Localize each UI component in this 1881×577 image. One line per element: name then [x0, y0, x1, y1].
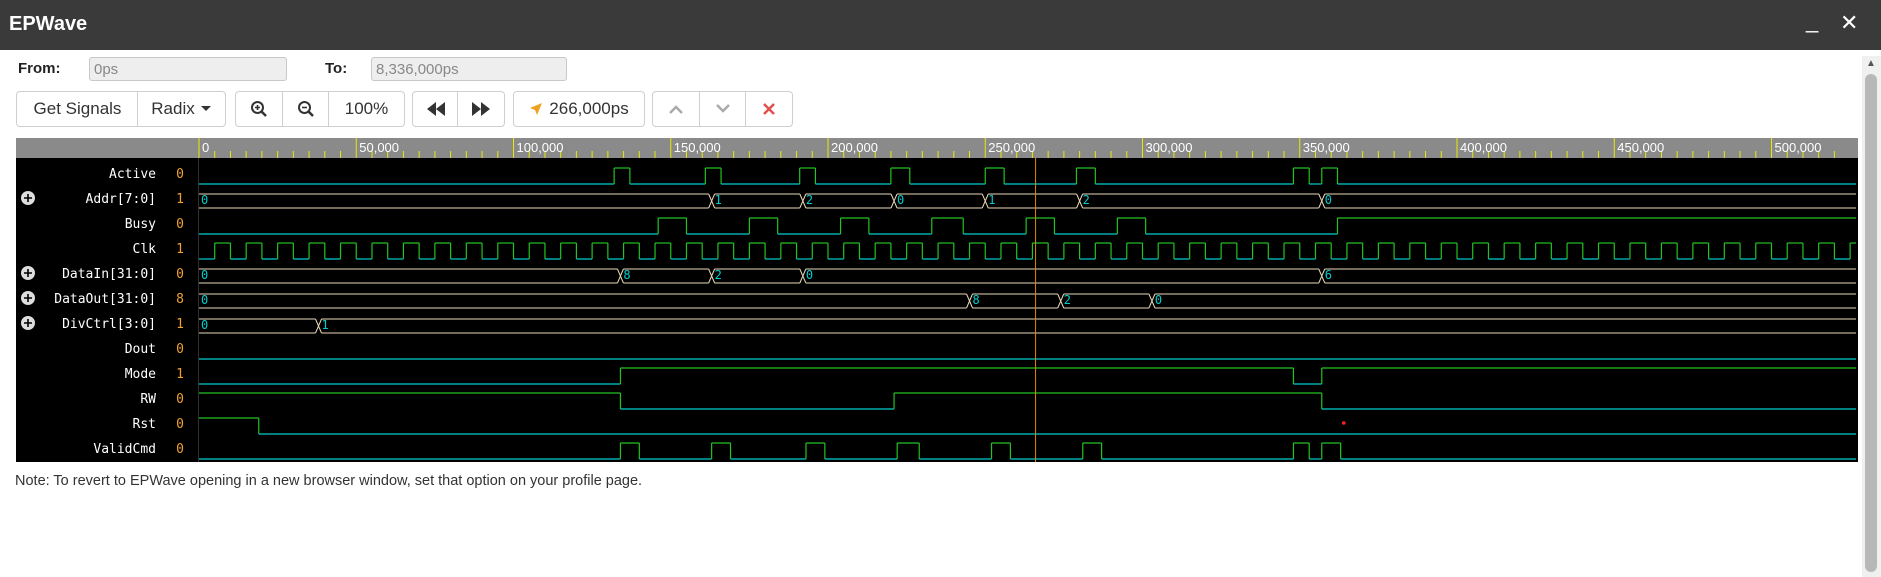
chevron-down-icon	[716, 104, 730, 113]
to-input[interactable]	[371, 57, 567, 81]
vertical-scrollbar[interactable]: ▲	[1862, 56, 1881, 577]
bus-value: 2	[1083, 193, 1090, 207]
chevron-up-icon	[669, 105, 683, 114]
get-signals-button[interactable]: Get Signals	[16, 91, 139, 127]
bus-value: 6	[1325, 268, 1332, 282]
title-bar: EPWave _ ✕	[0, 0, 1881, 50]
window-title: EPWave	[9, 13, 88, 35]
zoom-in-icon	[251, 101, 267, 117]
profile-note: Note: To revert to EPWave opening in a n…	[15, 473, 643, 489]
signal-value: 0	[176, 392, 184, 407]
zoom-level-button[interactable]: 100%	[328, 91, 405, 127]
ruler-label: 450,000	[1617, 140, 1664, 155]
signal-name[interactable]: Active	[109, 167, 156, 182]
close-icon	[763, 103, 775, 115]
ruler-label: 0	[202, 140, 209, 155]
bus-value: 0	[201, 268, 208, 282]
bus-value: 2	[715, 268, 722, 282]
marker-dot	[1341, 421, 1346, 425]
signal-value: 0	[176, 417, 184, 432]
bus-value: 1	[988, 193, 995, 207]
signal-value: 1	[176, 192, 184, 207]
signal-value: 8	[176, 292, 184, 307]
signal-name[interactable]: Mode	[125, 367, 156, 382]
cursor-icon	[530, 103, 543, 115]
ruler-label: 300,000	[1146, 140, 1193, 155]
signal-name[interactable]: Busy	[125, 217, 156, 232]
ruler-label: 400,000	[1460, 140, 1507, 155]
to-label: To:	[325, 60, 348, 77]
signal-name[interactable]: DataIn[31:0]	[62, 267, 156, 282]
signal-value: 1	[176, 367, 184, 382]
signal-name[interactable]: DataOut[31:0]	[54, 292, 156, 307]
ruler-label: 50,000	[359, 140, 399, 155]
signal-name[interactable]: RW	[140, 392, 156, 407]
remove-signal-button[interactable]	[745, 91, 793, 127]
signal-name[interactable]: Dout	[125, 342, 156, 357]
radix-label: Radix	[151, 99, 195, 118]
waveform-panel[interactable]: 0 50,000 100,000 150,000 200,000 250,000 300,0…	[16, 138, 1858, 462]
zoom-in-button[interactable]	[235, 91, 283, 127]
time-ruler	[16, 138, 1858, 158]
fast-forward-button[interactable]	[457, 91, 505, 127]
ruler-label: 350,000	[1303, 140, 1350, 155]
signal-value: 1	[176, 242, 184, 257]
signal-value: 1	[176, 317, 184, 332]
next-edge-button[interactable]	[699, 91, 747, 127]
bus-value: 8	[623, 268, 630, 282]
cursor-time-label: 266,000ps	[549, 99, 629, 118]
from-input[interactable]	[89, 57, 287, 81]
signal-value: 0	[176, 442, 184, 457]
ruler-label: 150,000	[674, 140, 721, 155]
bus-value: 2	[1064, 293, 1071, 307]
rewind-button[interactable]	[412, 91, 459, 127]
signal-name[interactable]: DivCtrl[3:0]	[62, 317, 156, 332]
bus-value: 0	[201, 318, 208, 332]
signal-value: 0	[176, 217, 184, 232]
rewind-icon	[426, 102, 445, 116]
signal-name[interactable]: ValidCmd	[93, 442, 156, 457]
waveform-divider	[198, 158, 199, 462]
get-signals-label: Get Signals	[33, 99, 122, 118]
radix-dropdown[interactable]: Radix	[137, 91, 226, 127]
bus-value: 0	[201, 293, 208, 307]
close-window-button[interactable]: ✕	[1840, 12, 1858, 34]
zoom-level-label: 100%	[344, 99, 389, 118]
from-label: From:	[18, 60, 61, 77]
ruler-label: 250,000	[988, 140, 1035, 155]
minimize-button[interactable]: _	[1806, 10, 1818, 32]
caret-down-icon	[200, 106, 211, 111]
bus-value: 0	[201, 193, 208, 207]
scroll-up-icon[interactable]: ▲	[1866, 58, 1876, 69]
bus-value: 0	[897, 193, 904, 207]
signal-value: 0	[176, 167, 184, 182]
signal-value: 0	[176, 342, 184, 357]
prev-edge-button[interactable]	[652, 91, 700, 127]
signal-name[interactable]: Rst	[133, 417, 156, 432]
fast-forward-icon	[472, 102, 490, 116]
signal-name[interactable]: Addr[7:0]	[86, 192, 156, 207]
bus-value: 0	[1155, 293, 1162, 307]
zoom-out-button[interactable]	[282, 91, 330, 127]
bus-value: 0	[806, 268, 813, 282]
signal-name[interactable]: Clk	[133, 242, 157, 257]
zoom-out-icon	[298, 101, 314, 117]
bus-value: 2	[806, 193, 813, 207]
scrollbar-thumb[interactable]	[1865, 74, 1877, 572]
ruler-label: 500,000	[1775, 140, 1822, 155]
signal-value: 0	[176, 267, 184, 282]
bus-value: 0	[1325, 193, 1332, 207]
bus-value: 1	[715, 193, 722, 207]
bus-value: 1	[322, 318, 329, 332]
bus-value: 8	[973, 293, 980, 307]
ruler-label: 200,000	[831, 140, 878, 155]
cursor-time-button[interactable]: 266,000ps	[513, 91, 645, 127]
ruler-label: 100,000	[517, 140, 564, 155]
waveform-background	[16, 138, 1858, 462]
